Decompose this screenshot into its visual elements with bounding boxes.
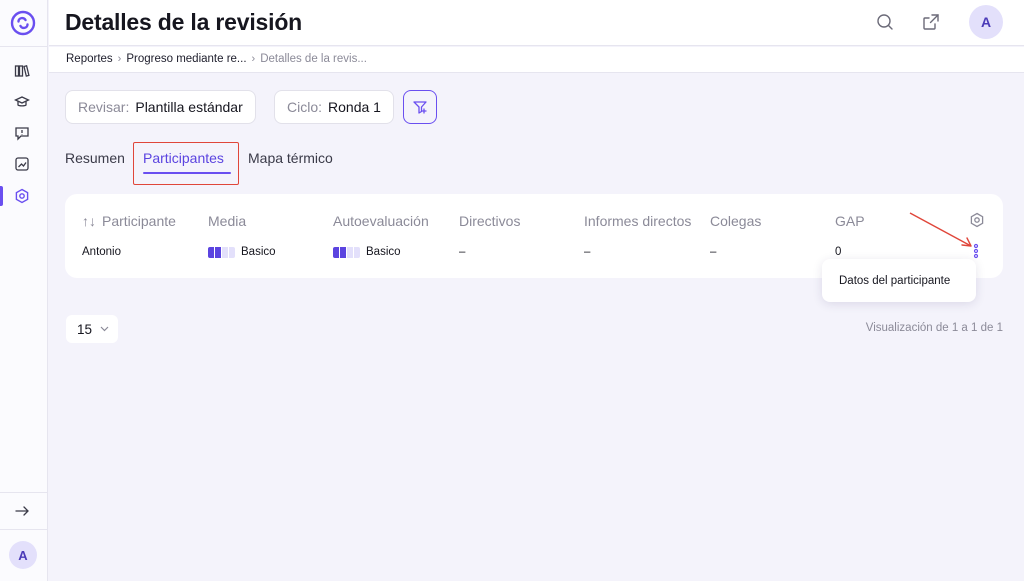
active-nav-indicator <box>0 186 3 206</box>
chevron-right-icon: › <box>117 53 122 65</box>
analytics-icon[interactable] <box>13 155 31 173</box>
sort-icon[interactable]: ↑↓ <box>82 213 96 229</box>
column-header-autoevaluacion: Autoevaluación <box>333 213 429 229</box>
page-size-select[interactable]: 15 <box>66 315 118 343</box>
cell-participant[interactable]: Antonio <box>82 246 121 258</box>
column-header-participante[interactable]: ↑↓ Participante <box>82 213 176 229</box>
page-size-value: 15 <box>77 321 93 337</box>
breadcrumb-progreso[interactable]: Progreso mediante re... <box>126 53 246 65</box>
level-bars <box>208 246 235 258</box>
review-filter-label: Revisar: <box>78 99 130 115</box>
tab-mapa-termico[interactable]: Mapa térmico <box>248 150 333 166</box>
pagination-info: Visualización de 1 a 1 de 1 <box>865 322 1003 334</box>
cycle-filter[interactable]: Ciclo: Ronda 1 <box>274 90 394 124</box>
tab-resumen[interactable]: Resumen <box>65 150 125 166</box>
app-logo[interactable] <box>10 10 36 36</box>
cell-gap: 0 <box>835 246 842 258</box>
page-title: Detalles de la revisión <box>65 9 303 35</box>
settings-icon[interactable] <box>13 187 31 205</box>
cell-directivos: – <box>459 246 466 258</box>
column-header-informes-directos: Informes directos <box>584 213 692 229</box>
chevron-down-icon <box>100 326 109 332</box>
add-filter-button[interactable] <box>403 90 437 124</box>
sidebar-divider <box>0 529 48 530</box>
column-header-gap: GAP <box>835 213 865 229</box>
breadcrumb-reportes[interactable]: Reportes <box>66 53 113 65</box>
expand-sidebar-icon[interactable] <box>13 502 31 520</box>
sidebar-divider <box>0 492 48 493</box>
share-icon[interactable] <box>920 11 942 33</box>
breadcrumb: Reportes › Progreso mediante re... › Det… <box>66 53 367 65</box>
row-menu-participant-data[interactable]: Datos del participante <box>822 259 976 302</box>
cycle-filter-value: Ronda 1 <box>328 99 381 115</box>
cell-colegas: – <box>710 246 717 258</box>
filter-plus-icon <box>413 101 427 114</box>
breadcrumb-current: Detalles de la revis... <box>260 53 367 65</box>
column-header-colegas: Colegas <box>710 213 762 229</box>
breadcrumb-bar: Reportes › Progreso mediante re... › Det… <box>49 47 1024 73</box>
cell-informes-directos: – <box>584 246 591 258</box>
top-header: Detalles de la revisión A <box>49 0 1024 46</box>
tab-participantes[interactable]: Participantes <box>143 150 224 166</box>
sidebar-divider <box>0 46 48 47</box>
library-icon[interactable] <box>13 62 31 80</box>
column-header-directivos: Directivos <box>459 213 521 229</box>
user-avatar[interactable]: A <box>969 5 1003 39</box>
cell-autoevaluacion: Basico <box>333 246 401 258</box>
active-tab-underline <box>143 172 231 174</box>
column-header-media: Media <box>208 213 247 229</box>
graduation-cap-icon[interactable] <box>13 93 31 111</box>
review-filter[interactable]: Revisar: Plantilla estándar <box>65 90 256 124</box>
review-filter-value: Plantilla estándar <box>135 99 243 115</box>
level-bars <box>333 246 360 258</box>
chevron-right-icon: › <box>251 53 256 65</box>
feedback-icon[interactable] <box>13 124 31 142</box>
sidebar-avatar[interactable]: A <box>9 541 37 569</box>
sidebar: A <box>0 0 48 581</box>
cell-media: Basico <box>208 246 276 258</box>
search-icon[interactable] <box>874 11 896 33</box>
annotation-arrow <box>909 212 972 247</box>
cycle-filter-label: Ciclo: <box>287 99 323 115</box>
